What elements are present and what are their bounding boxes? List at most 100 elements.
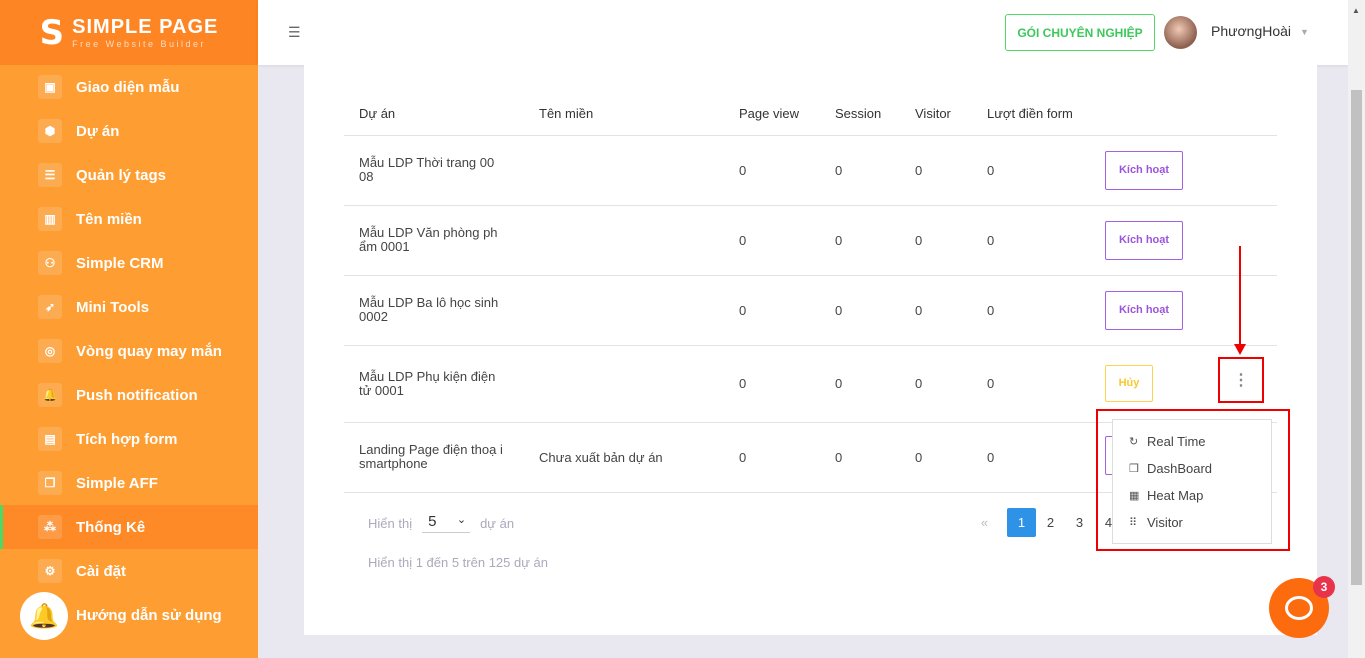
dots-grid-icon: ⠿ (1129, 517, 1138, 529)
sidebar: S SIMPLE PAGE Free Website Builder ▣ Giao… (0, 0, 258, 658)
gear-icon: ⚙ (38, 559, 62, 583)
hamburger-menu-icon[interactable]: ☰ (288, 24, 301, 41)
sidebar-item-label: Tích hợp form (76, 430, 178, 448)
sidebar-item[interactable]: ☰ Quản lý tags (0, 153, 258, 197)
scroll-up-icon[interactable]: ▲ (1352, 6, 1360, 15)
cell-pageview: 0 (724, 205, 820, 276)
column-header: Page view (724, 92, 820, 136)
chevron-down-icon: ⌄ (456, 514, 467, 526)
menu-item-label: Real Time (1147, 434, 1206, 449)
activate-button[interactable]: Kích hoạt (1105, 290, 1183, 330)
cell-pageview: 0 (724, 345, 820, 423)
column-header-actions (1095, 92, 1277, 136)
cell-project: Mẫu LDP Thời trang 00 08 (344, 135, 524, 206)
prev-page-button[interactable]: « (970, 508, 999, 537)
page-button[interactable]: 1 (1007, 508, 1036, 537)
annotation-arrowhead (1234, 344, 1246, 355)
cell-form: 0 (972, 345, 1095, 423)
page-button[interactable]: 3 (1065, 508, 1094, 537)
sidebar-item[interactable]: ⁂ Thống Kê (0, 505, 258, 549)
sidebar-item[interactable]: ◎ Vòng quay may mắn (0, 329, 258, 373)
cell-form: 0 (972, 275, 1095, 346)
cell-domain: Chưa xuất bản dự án (524, 422, 724, 493)
page-size-select[interactable]: 5 ⌄ (422, 513, 471, 533)
summary-text: Hiển thị 1 đến 5 trên 125 dự án (368, 555, 548, 570)
cell-project: Mẫu LDP Phụ kiện điện tử 0001 (344, 345, 524, 423)
page-button[interactable]: 2 (1036, 508, 1065, 537)
sidebar-item-label: Mini Tools (76, 298, 150, 316)
column-header: Visitor (900, 92, 972, 136)
dashboard-icon: ❒ (1129, 463, 1139, 475)
cell-session: 0 (820, 422, 900, 493)
column-header: Session (820, 92, 900, 136)
sidebar-item[interactable]: ▤ Tích hợp form (0, 417, 258, 461)
brand-tagline: Free Website Builder (72, 39, 207, 49)
cell-actions: Kích hoạt (1095, 135, 1277, 206)
menu-item-dashboard[interactable]: ❒ DashBoard (1113, 455, 1271, 482)
pro-plan-button[interactable]: GÓI CHUYÊN NGHIỆP (1005, 14, 1155, 51)
template-icon: ▣ (38, 75, 62, 99)
bar-chart-icon: ▥ (38, 207, 62, 231)
user-name[interactable]: PhươngHoài (1211, 23, 1291, 39)
menu-item-real-time[interactable]: ↻ Real Time (1113, 428, 1271, 455)
scrollbar-thumb[interactable] (1351, 90, 1362, 585)
annotation-arrow (1239, 246, 1241, 348)
cell-domain (524, 205, 724, 276)
more-options-icon[interactable]: ⋮ (1218, 357, 1264, 403)
cancel-button[interactable]: Hủy (1105, 365, 1153, 402)
activate-button[interactable]: Kích hoạt (1105, 150, 1183, 190)
unit-label: dự án (480, 515, 515, 531)
cell-project: Landing Page điện thoạ i smartphone (344, 422, 524, 493)
sidebar-item[interactable]: ⬢ Dự án (0, 109, 258, 153)
wheel-icon: ◎ (38, 339, 62, 363)
notification-bell-icon[interactable]: 🔔 (20, 592, 68, 640)
form-icon: ▤ (38, 427, 62, 451)
cell-session: 0 (820, 275, 900, 346)
cell-session: 0 (820, 135, 900, 206)
sidebar-item-label: Tên miền (76, 210, 142, 228)
sidebar-item-label: Simple AFF (76, 474, 158, 492)
sidebar-item-label: Push notification (76, 386, 198, 404)
scrollbar[interactable]: ▲ (1348, 0, 1365, 658)
column-header: Lượt điền form (972, 92, 1095, 136)
sidebar-item[interactable]: ⚙ Cài đặt (0, 549, 258, 593)
menu-item-label: DashBoard (1147, 461, 1213, 476)
activate-button[interactable]: Kích hoạt (1105, 220, 1183, 260)
sidebar-item[interactable]: ▥ Tên miền (0, 197, 258, 241)
menu-item-heat-map[interactable]: ▦ Heat Map (1113, 482, 1271, 509)
cell-session: 0 (820, 345, 900, 423)
cell-visitor: 0 (900, 135, 972, 206)
sidebar-item-label: Simple CRM (76, 254, 164, 272)
menu-item-visitor[interactable]: ⠿ Visitor (1113, 509, 1271, 536)
stats-icon: ⁂ (38, 515, 62, 539)
cell-visitor: 0 (900, 345, 972, 423)
table-row: Mẫu LDP Văn phòng ph ẩm 0001 0 0 0 0 Kích hoạ… (344, 205, 1277, 276)
cell-form: 0 (972, 422, 1095, 493)
cell-visitor: 0 (900, 422, 972, 493)
cell-form: 0 (972, 135, 1095, 206)
table-row: Mẫu LDP Ba lô học sinh 0002 0 0 0 0 Kích hoạt (344, 275, 1277, 346)
logo[interactable]: S SIMPLE PAGE Free Website Builder (0, 0, 258, 65)
show-label: Hiển thị (368, 515, 413, 531)
refresh-icon: ↻ (1129, 436, 1139, 448)
sidebar-item[interactable]: ▣ Giao diện mẫu (0, 65, 258, 109)
sidebar-item[interactable]: ❐ Simple AFF (0, 461, 258, 505)
chat-badge: 3 (1313, 576, 1335, 598)
avatar[interactable] (1164, 16, 1197, 49)
cell-project: Mẫu LDP Văn phòng ph ẩm 0001 (344, 205, 524, 276)
cell-actions: Kích hoạt (1095, 275, 1277, 346)
sidebar-item[interactable]: ➶ Mini Tools (0, 285, 258, 329)
sidebar-item[interactable]: ⚇ Simple CRM (0, 241, 258, 285)
brand-name: SIMPLE PAGE (72, 16, 219, 38)
sidebar-item-label: Giao diện mẫu (76, 78, 180, 96)
page-size-value: 5 (428, 513, 437, 530)
sidebar-item-label: Dự án (76, 122, 120, 140)
cell-form: 0 (972, 205, 1095, 276)
cell-domain (524, 275, 724, 346)
cell-domain (524, 345, 724, 423)
rocket-icon: ➶ (38, 295, 62, 319)
sidebar-item-label: Cài đặt (76, 562, 127, 580)
chat-bubble-icon (1285, 596, 1313, 620)
sidebar-item[interactable]: 🔔 Push notification (0, 373, 258, 417)
caret-down-icon[interactable]: ▼ (1300, 27, 1309, 37)
